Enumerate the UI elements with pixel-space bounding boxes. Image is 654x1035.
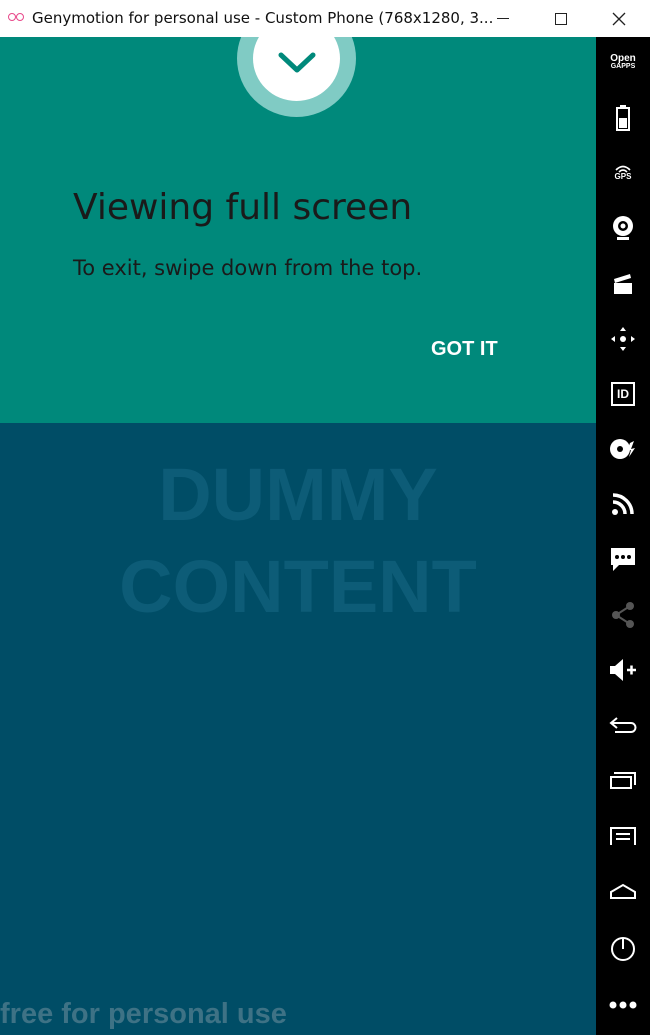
share-button[interactable] bbox=[601, 595, 645, 635]
device-id-icon: ID bbox=[611, 382, 635, 406]
dialog-title: Viewing full screen bbox=[73, 187, 413, 228]
watermark-text: free for personal use bbox=[0, 998, 287, 1030]
battery-icon bbox=[616, 105, 630, 131]
capture-icon bbox=[614, 274, 632, 294]
home-button[interactable] bbox=[601, 871, 645, 911]
move-button[interactable] bbox=[601, 319, 645, 359]
sms-button[interactable] bbox=[601, 539, 645, 579]
device-screen: Viewing full screen To exit, swipe down … bbox=[0, 37, 596, 1035]
emulator-toolbar: Open GAPPS GPS ID bbox=[596, 37, 650, 1035]
close-button[interactable] bbox=[590, 0, 648, 37]
minimize-icon bbox=[497, 18, 509, 19]
volume-up-icon bbox=[610, 659, 636, 681]
dummy-line-1: DUMMY bbox=[158, 453, 438, 536]
maximize-button[interactable] bbox=[532, 0, 590, 37]
recent-apps-icon bbox=[610, 772, 636, 789]
window-titlebar: Genymotion for personal use - Custom Pho… bbox=[0, 0, 654, 37]
webcam-icon bbox=[613, 216, 633, 240]
maximize-icon bbox=[555, 12, 567, 25]
chevron-down-icon bbox=[278, 52, 316, 73]
window-edge bbox=[650, 37, 654, 1035]
minimize-button[interactable] bbox=[474, 0, 532, 37]
capture-button[interactable] bbox=[601, 264, 645, 304]
dummy-line-2: CONTENT bbox=[119, 545, 477, 628]
menu-button[interactable] bbox=[601, 816, 645, 856]
recent-apps-button[interactable] bbox=[601, 760, 645, 800]
window-title: Genymotion for personal use - Custom Pho… bbox=[32, 9, 494, 27]
power-icon bbox=[611, 937, 635, 961]
menu-icon bbox=[610, 827, 636, 845]
network-button[interactable] bbox=[601, 484, 645, 524]
genymotion-logo-icon bbox=[8, 11, 28, 25]
power-button[interactable] bbox=[601, 929, 645, 969]
disk-io-icon bbox=[610, 439, 635, 459]
more-icon bbox=[609, 1001, 637, 1009]
share-icon bbox=[612, 602, 634, 628]
volume-up-button[interactable] bbox=[601, 650, 645, 690]
chevron-badge bbox=[237, 37, 356, 117]
fullscreen-dialog: Viewing full screen To exit, swipe down … bbox=[0, 37, 596, 423]
sms-icon bbox=[611, 548, 635, 571]
device-id-button[interactable]: ID bbox=[601, 374, 645, 414]
home-icon bbox=[610, 883, 636, 899]
webcam-button[interactable] bbox=[601, 208, 645, 248]
open-gapps-button[interactable]: Open GAPPS bbox=[601, 43, 645, 83]
dialog-message: To exit, swipe down from the top. bbox=[73, 256, 423, 280]
back-icon bbox=[609, 717, 637, 733]
got-it-button[interactable]: GOT IT bbox=[421, 334, 508, 364]
more-button[interactable] bbox=[601, 985, 645, 1025]
back-button[interactable] bbox=[601, 705, 645, 745]
dummy-content: DUMMY CONTENT bbox=[0, 449, 596, 633]
network-icon bbox=[612, 493, 634, 515]
gps-button[interactable]: GPS bbox=[601, 153, 645, 193]
open-gapps-icon: Open GAPPS bbox=[610, 53, 636, 71]
gps-icon: GPS bbox=[615, 165, 631, 181]
close-icon bbox=[612, 12, 626, 25]
move-icon bbox=[611, 327, 635, 351]
disk-io-button[interactable] bbox=[601, 429, 645, 469]
battery-button[interactable] bbox=[601, 98, 645, 138]
